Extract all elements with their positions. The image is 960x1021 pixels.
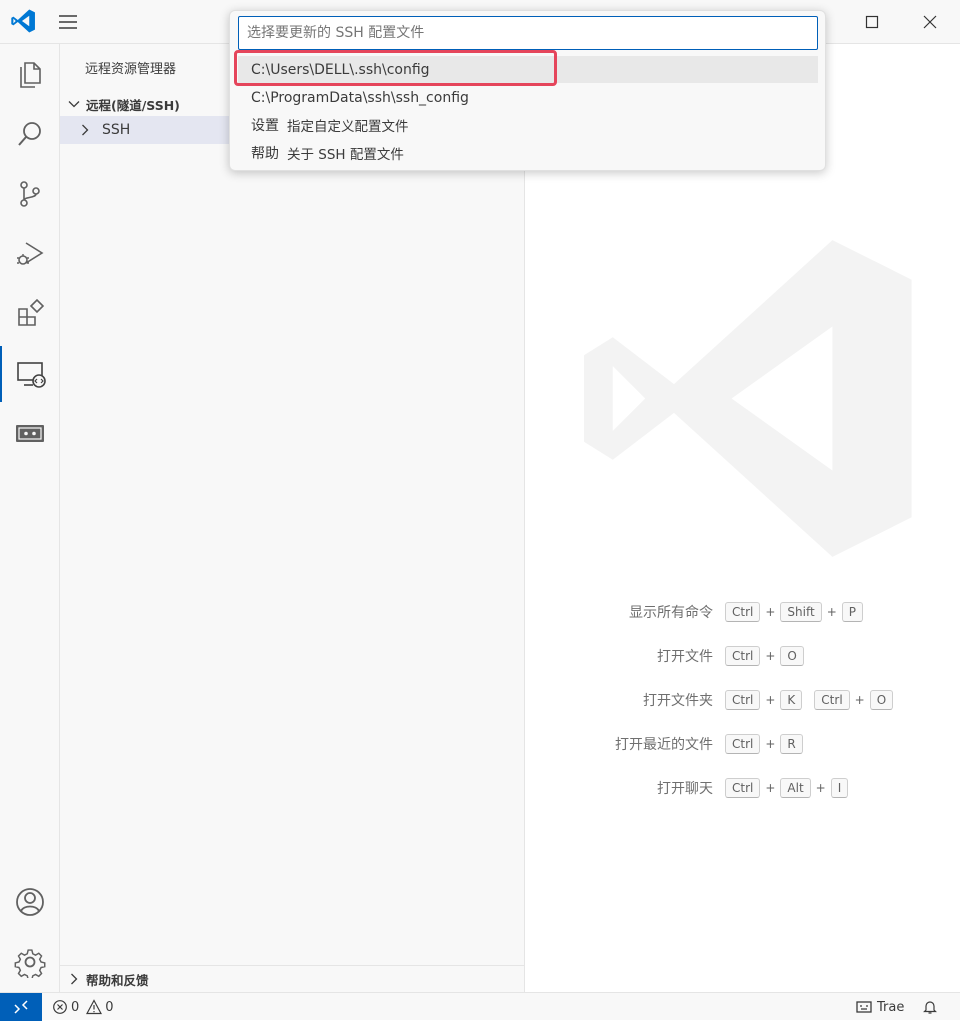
maximize-button[interactable] [846,0,898,44]
keybinding-key: O [780,646,804,666]
keybinding-key: Ctrl [725,778,761,798]
quick-pick-item-help[interactable]: 帮助 关于 SSH 配置文件 [238,139,818,166]
shortcut-label: 打开文件夹 [643,693,713,709]
explorer-icon[interactable] [0,46,60,102]
quick-pick-item-description: 关于 SSH 配置文件 [287,146,404,163]
extensions-icon[interactable] [0,286,60,342]
remote-icon [14,1000,28,1014]
tree-item-label: SSH [102,122,131,138]
shortcut-row: 显示所有命令 Ctrl + Shift + P [525,600,960,624]
key-plus: + [765,737,776,751]
quick-pick-widget: C:\Users\DELL\.ssh\config C:\ProgramData… [229,10,826,171]
notifications-bell-icon[interactable] [922,993,938,1021]
key-plus: + [765,649,776,663]
key-plus: + [765,605,776,619]
keybinding-key: Ctrl [725,690,761,710]
keybinding-key: R [780,734,803,754]
quick-pick-item-system-config[interactable]: C:\ProgramData\ssh\ssh_config [238,84,818,111]
sidebar: 远程资源管理器 远程(隧道/SSH) SSH 帮助和反馈 [60,44,525,992]
help-feedback-section[interactable]: 帮助和反馈 [60,965,525,992]
vscode-logo-icon [11,9,35,33]
remote-indicator-button[interactable] [0,993,42,1021]
keybinding-key: Ctrl [725,646,761,666]
shortcut-keys: Ctrl + Alt + I [725,776,849,800]
keybinding-key: Ctrl [725,734,761,754]
trae-label: Trae [877,999,905,1015]
key-plus: + [815,781,826,795]
chevron-down-icon [62,92,86,116]
shortcut-keys: Ctrl + R [725,732,803,756]
shortcut-row: 打开最近的文件 Ctrl + R [525,732,960,756]
keybinding-key: K [780,690,803,710]
quick-pick-item-label: C:\ProgramData\ssh\ssh_config [251,89,469,106]
sidebar-title: 远程资源管理器 [85,62,177,77]
shortcut-keys: Ctrl + Shift + P [725,600,864,624]
error-count: 0 [71,999,80,1015]
quick-pick-item-description: 指定自定义配置文件 [287,118,409,135]
run-debug-icon[interactable] [0,226,60,282]
key-plus: + [765,693,776,707]
quick-pick-item-label: 帮助 [251,145,279,162]
menu-icon[interactable] [56,10,80,34]
key-plus: + [765,781,776,795]
activity-bar [0,44,60,992]
warning-icon [86,999,103,1015]
keybinding-key: Ctrl [725,602,761,622]
shortcut-label: 显示所有命令 [629,605,713,621]
quick-pick-item-label: 设置 [251,117,279,134]
shortcut-label: 打开文件 [657,649,713,665]
keybinding-key: P [841,602,864,622]
keybinding-key: Shift [780,602,822,622]
shortcut-keys: Ctrl + K Ctrl + O [725,688,894,712]
search-icon[interactable] [0,106,60,162]
quick-pick-input[interactable] [238,16,818,50]
quick-pick-item-label: C:\Users\DELL\.ssh\config [251,61,430,78]
shortcut-label: 打开最近的文件 [615,737,713,753]
keybinding-key: O [869,690,894,710]
shortcut-row: 打开文件夹 Ctrl + K Ctrl + O [525,688,960,712]
problems-indicator[interactable]: 0 0 [52,993,114,1021]
warning-count: 0 [105,999,114,1015]
source-control-icon[interactable] [0,166,60,222]
remote-section-label: 远程(隧道/SSH) [86,97,180,113]
shortcut-keys: Ctrl + O [725,644,804,668]
settings-gear-icon[interactable] [0,934,60,990]
keybinding-key: Ctrl [814,690,850,710]
trae-icon [856,1001,872,1013]
quick-pick-item-user-config[interactable]: C:\Users\DELL\.ssh\config [238,56,818,83]
shortcut-label: 打开聊天 [657,781,713,797]
shortcut-row: 打开聊天 Ctrl + Alt + I [525,776,960,800]
key-plus: + [826,605,837,619]
remote-explorer-icon[interactable] [0,346,60,402]
shortcut-row: 打开文件 Ctrl + O [525,644,960,668]
account-icon[interactable] [0,874,60,930]
error-icon [53,1000,67,1014]
editor-area: 显示所有命令 Ctrl + Shift + P 打开文件 Ctrl + O 打开文件夹 Ctrl + K C… [525,44,960,992]
chevron-right-icon [62,967,86,991]
quick-pick-item-settings[interactable]: 设置 指定自定义配置文件 [238,111,818,138]
keybinding-key: Alt [780,778,811,798]
keybinding-key: I [830,778,849,798]
help-feedback-label: 帮助和反馈 [86,972,149,988]
key-plus: + [854,693,865,707]
vscode-watermark-icon [584,240,912,557]
remote-tunnel-icon[interactable] [0,406,60,462]
trae-status-item[interactable]: Trae [856,993,904,1021]
chevron-right-icon [74,119,96,141]
close-window-button[interactable] [904,0,956,44]
status-bar: 0 0 Trae [0,992,960,1021]
